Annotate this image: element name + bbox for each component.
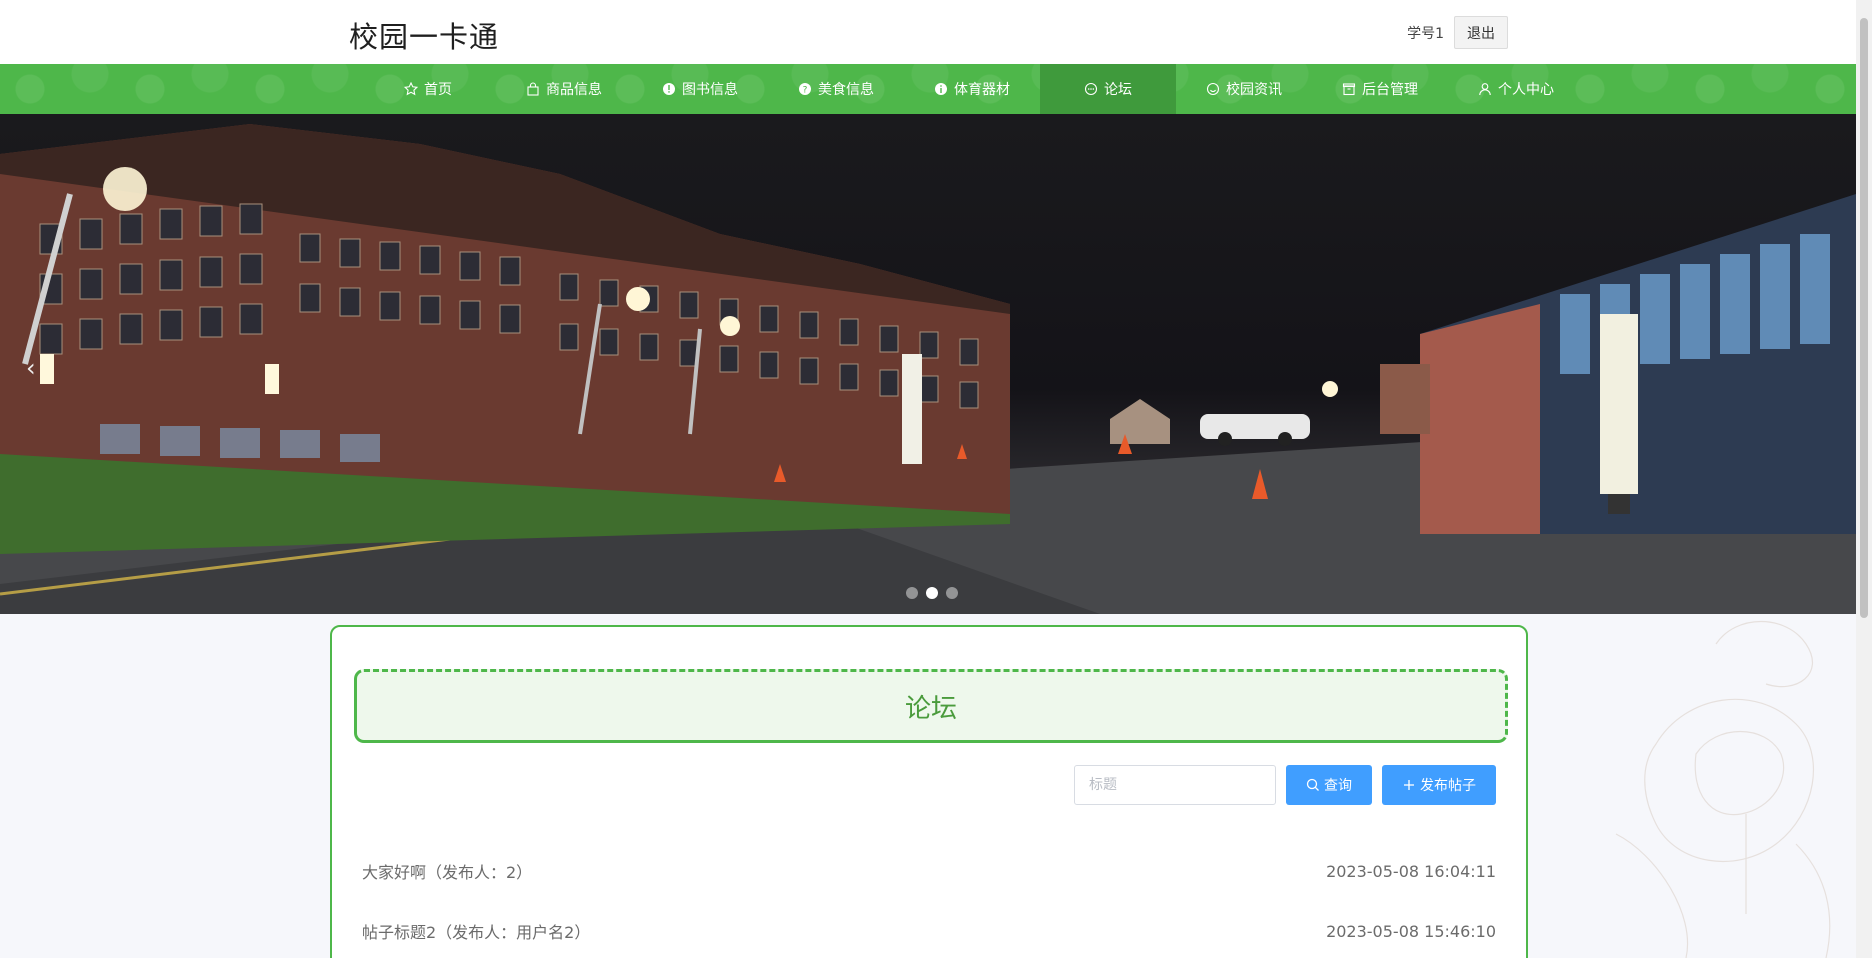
main-nav: 首页 商品信息 图书信息 ? 美食信息 体育器材 论坛 校园资讯 后台管理 个人… xyxy=(0,64,1856,114)
banner-carousel[interactable]: ‹ xyxy=(0,114,1856,614)
nav-label: 体育器材 xyxy=(954,82,1010,98)
plus-icon xyxy=(1404,780,1414,790)
post-time: 2023-05-08 15:46:10 xyxy=(1326,921,1496,941)
post-title[interactable]: 帖子标题2（发布人：用户名2） xyxy=(362,919,590,943)
user-name: 学号1 xyxy=(1407,25,1444,42)
list-item[interactable]: 帖子标题2（发布人：用户名2） 2023-05-08 15:46:10 xyxy=(362,901,1496,958)
nav-item-profile[interactable]: 个人中心 xyxy=(1448,64,1584,114)
prev-slide-icon[interactable]: ‹ xyxy=(26,354,36,382)
user-box: 学号1 退出 xyxy=(1407,16,1508,49)
chat-icon xyxy=(1084,82,1098,96)
nav-item-sports[interactable]: 体育器材 xyxy=(904,64,1040,114)
carousel-dot-active[interactable] xyxy=(926,587,938,599)
bag-icon xyxy=(526,82,540,96)
nav-label: 美食信息 xyxy=(818,82,874,98)
search-button[interactable]: 查询 xyxy=(1286,765,1372,805)
smile-icon xyxy=(1206,82,1220,96)
nav-label: 校园资讯 xyxy=(1226,82,1282,98)
nav-item-food[interactable]: ? 美食信息 xyxy=(768,64,904,114)
nav-item-admin[interactable]: 后台管理 xyxy=(1312,64,1448,114)
star-icon xyxy=(404,82,418,96)
nav-item-home[interactable]: 首页 xyxy=(360,64,496,114)
page-title: 论坛 xyxy=(904,693,957,724)
nav-item-books[interactable]: 图书信息 xyxy=(632,64,768,114)
forum-card: 论坛 查询 发布帖子 大家好啊（发布人：2） 2023-05-08 16:04:… xyxy=(330,625,1528,958)
nav-label: 商品信息 xyxy=(546,82,602,98)
post-time: 2023-05-08 16:04:11 xyxy=(1326,861,1496,881)
carousel-dot[interactable] xyxy=(946,587,958,599)
header: 校园一卡通 学号1 退出 xyxy=(0,0,1856,64)
nav-label: 个人中心 xyxy=(1498,82,1554,98)
nav-item-news[interactable]: 校园资讯 xyxy=(1176,64,1312,114)
logout-button[interactable]: 退出 xyxy=(1454,16,1508,49)
carousel-dot[interactable] xyxy=(906,587,918,599)
publish-button-label: 发布帖子 xyxy=(1420,778,1476,794)
nav-items: 首页 商品信息 图书信息 ? 美食信息 体育器材 论坛 校园资讯 后台管理 个人… xyxy=(360,64,1584,114)
site-title: 校园一卡通 xyxy=(349,20,500,54)
nav-item-forum[interactable]: 论坛 xyxy=(1040,64,1176,114)
publish-post-button[interactable]: 发布帖子 xyxy=(1382,765,1496,805)
search-button-label: 查询 xyxy=(1324,778,1352,794)
help-icon: ? xyxy=(798,82,812,96)
forum-title-box: 论坛 xyxy=(354,669,1508,743)
title-search-input[interactable] xyxy=(1074,765,1276,805)
list-item[interactable]: 大家好啊（发布人：2） 2023-05-08 16:04:11 xyxy=(362,841,1496,901)
nav-label: 论坛 xyxy=(1104,82,1132,98)
post-list: 大家好啊（发布人：2） 2023-05-08 16:04:11 帖子标题2（发布… xyxy=(362,841,1496,958)
nav-item-goods[interactable]: 商品信息 xyxy=(496,64,632,114)
search-row: 查询 发布帖子 xyxy=(1074,765,1496,805)
floral-decoration-icon xyxy=(1615,620,1831,958)
scrollbar-thumb[interactable] xyxy=(1860,18,1868,618)
info-icon xyxy=(662,82,676,96)
nav-label: 图书信息 xyxy=(682,82,738,98)
post-title[interactable]: 大家好啊（发布人：2） xyxy=(362,859,532,883)
page: 校园一卡通 学号1 退出 首页 商品信息 图书信息 ? 美食信息 体育器材 论坛… xyxy=(0,0,1872,958)
nav-label: 首页 xyxy=(424,82,452,98)
search-icon xyxy=(1306,778,1319,791)
nav-label: 后台管理 xyxy=(1362,82,1418,98)
box-icon xyxy=(1342,82,1356,96)
info-icon xyxy=(934,82,948,96)
user-icon xyxy=(1478,82,1492,96)
banner-image xyxy=(0,124,1856,614)
carousel-dots xyxy=(906,587,958,599)
svg-text:?: ? xyxy=(803,86,808,96)
page-scrollbar[interactable] xyxy=(1856,0,1872,958)
